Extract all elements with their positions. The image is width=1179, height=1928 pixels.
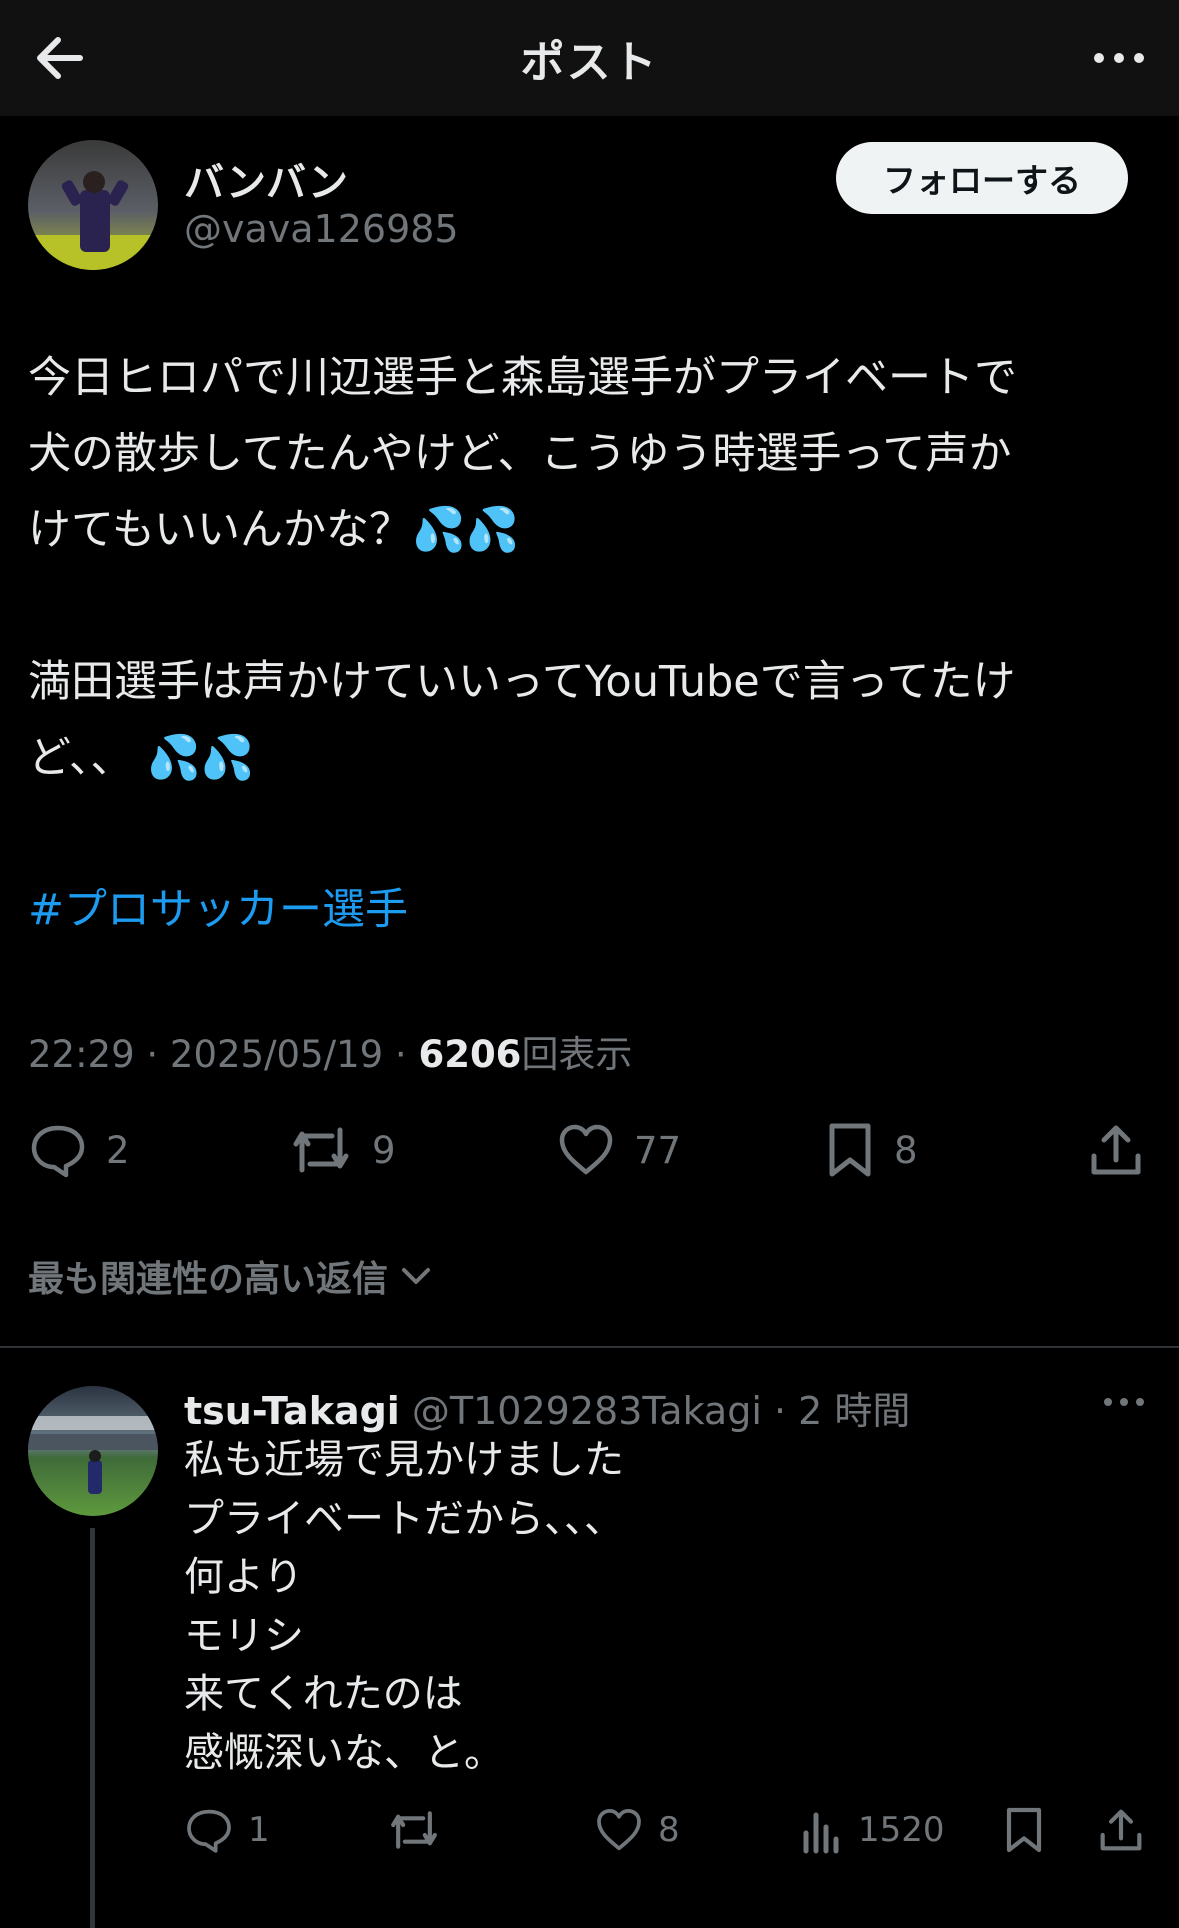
- heart-icon: [597, 1808, 641, 1851]
- more-horizontal-icon[interactable]: [1100, 1386, 1148, 1418]
- reply-sort-dropdown[interactable]: 最も関連性の高い返信: [28, 1250, 434, 1302]
- arrow-left-icon[interactable]: [28, 26, 92, 90]
- repost-count: 9: [372, 1128, 396, 1172]
- post-meta: 22:29 · 2025/05/19 · 6206回表示: [28, 1024, 632, 1078]
- view-count: 6206: [418, 1033, 522, 1076]
- share-icon: [1091, 1125, 1141, 1175]
- hashtag-link[interactable]: #プロサッカー選手: [28, 885, 408, 935]
- post-line: 今日ヒロパで川辺選手と森島選手がプライベートで: [28, 353, 1017, 403]
- post-actions: 2 9 77 8: [0, 1116, 1179, 1184]
- reply-reply-count: 1: [248, 1810, 270, 1850]
- reply-like-button[interactable]: 8: [594, 1800, 680, 1860]
- follow-button[interactable]: フォローする: [836, 142, 1128, 214]
- heart-icon: [559, 1124, 613, 1175]
- reply-header: tsu-Takagi @T1029283Takagi · 2 時間: [184, 1380, 910, 1435]
- share-button[interactable]: [1086, 1116, 1146, 1184]
- analytics-icon: [803, 1812, 839, 1854]
- reply-repost-button[interactable]: [386, 1800, 442, 1860]
- post-line: ど、、 💦💦: [28, 733, 255, 783]
- reply-count: 2: [106, 1128, 130, 1172]
- reply-view-count: 1520: [858, 1810, 945, 1850]
- author-handle[interactable]: @vava126985: [184, 207, 459, 251]
- author-name[interactable]: バンバン: [184, 150, 348, 208]
- reply-icon: [187, 1809, 231, 1853]
- reply-button[interactable]: 2: [28, 1116, 130, 1184]
- like-button[interactable]: 77: [556, 1116, 681, 1184]
- more-horizontal-icon[interactable]: [1087, 26, 1151, 90]
- repost-icon: [391, 1811, 437, 1849]
- post-timestamp[interactable]: 22:29 · 2025/05/19 ·: [28, 1033, 418, 1076]
- bookmark-button[interactable]: 8: [824, 1116, 918, 1184]
- post-line: 満田選手は声かけていいってYouTubeで言ってたけ: [28, 657, 1016, 707]
- reply-avatar[interactable]: [28, 1386, 158, 1516]
- reply-icon: [31, 1125, 85, 1178]
- top-bar: ポスト: [0, 0, 1179, 116]
- bookmark-icon: [1006, 1807, 1042, 1853]
- view-label: 回表示: [521, 1033, 633, 1076]
- bookmark-count: 8: [894, 1128, 918, 1172]
- thread-line: [90, 1528, 95, 1928]
- reply-time[interactable]: · 2 時間: [774, 1389, 910, 1433]
- post-body: 今日ヒロパで川辺選手と森島選手がプライベートで 犬の散歩してたんやけど、こうゆう…: [28, 340, 1158, 948]
- reply-author-handle[interactable]: @T1029283Takagi: [412, 1389, 762, 1433]
- bookmark-icon: [829, 1123, 871, 1177]
- reply-author-name[interactable]: tsu-Takagi: [184, 1389, 400, 1433]
- repost-button[interactable]: 9: [288, 1116, 396, 1184]
- reply-actions: 1 8 1520: [0, 1800, 1179, 1860]
- author-avatar[interactable]: [28, 140, 158, 270]
- like-count: 77: [634, 1128, 682, 1172]
- reply-body: 私も近場で見かけました プライベートだから、、、 何より モリシ 来てくれたのは…: [184, 1437, 624, 1776]
- share-icon: [1100, 1809, 1142, 1851]
- reply-bookmark-button[interactable]: [1002, 1800, 1046, 1860]
- divider: [0, 1346, 1179, 1348]
- post-line: けてもいいんかな？💦💦: [28, 505, 520, 555]
- reply-share-button[interactable]: [1096, 1800, 1146, 1860]
- reply-reply-button[interactable]: 1: [184, 1800, 270, 1860]
- reply-sort-label: 最も関連性の高い返信: [28, 1259, 389, 1300]
- reply-like-count: 8: [658, 1810, 680, 1850]
- reply-views-button[interactable]: 1520: [800, 1800, 945, 1860]
- repost-icon: [293, 1127, 349, 1173]
- post-line: 犬の散歩してたんやけど、こうゆう時選手って声か: [28, 429, 1012, 479]
- chevron-down-icon: [402, 1268, 431, 1284]
- page-title: ポスト: [520, 37, 659, 88]
